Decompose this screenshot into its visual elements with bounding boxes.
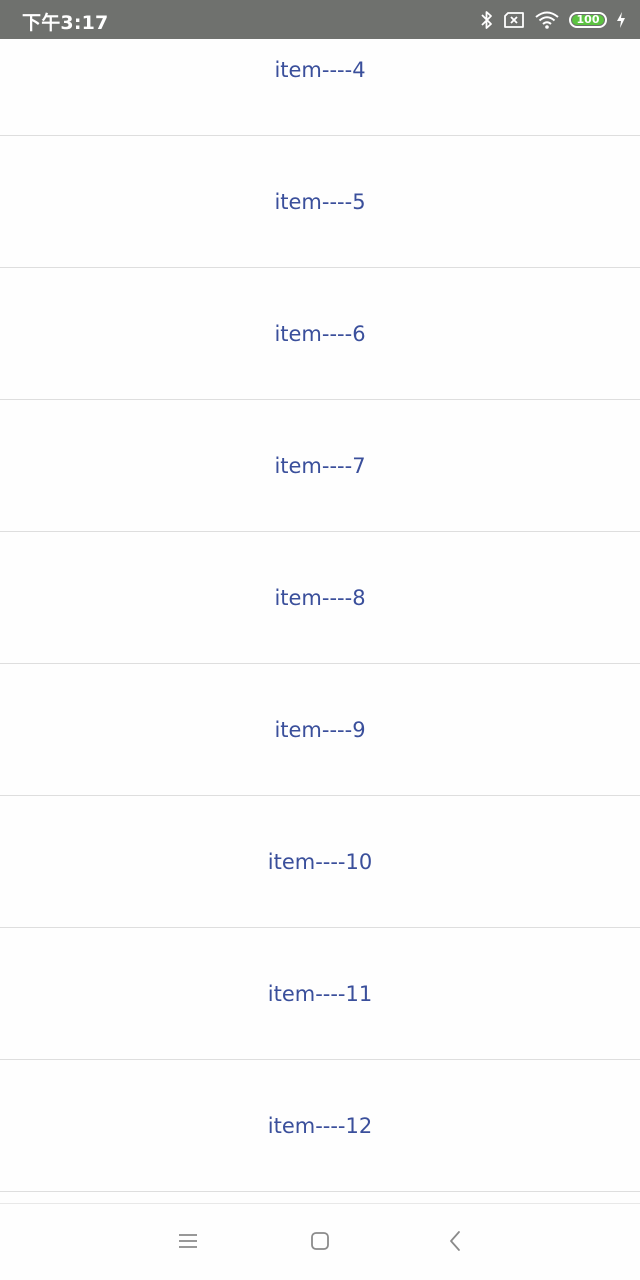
list-item-label: item----11 [267, 981, 373, 1006]
battery-icon: 100 [569, 12, 607, 28]
status-bar: 下午3:17 100 [0, 0, 640, 39]
back-button[interactable] [440, 1228, 470, 1258]
list-item[interactable]: item----4 [0, 39, 640, 136]
status-time: 下午3:17 [22, 12, 109, 34]
list-item[interactable]: item----9 [0, 664, 640, 796]
charging-icon [616, 11, 626, 29]
wifi-icon [534, 10, 560, 30]
status-icons: 100 [480, 8, 626, 32]
list-item[interactable]: item----11 [0, 928, 640, 1060]
back-icon [447, 1229, 463, 1258]
list-item[interactable]: item----7 [0, 400, 640, 532]
home-icon [309, 1230, 331, 1257]
list-item[interactable]: item----10 [0, 796, 640, 928]
list-item-label: item----7 [274, 453, 366, 478]
item-list-content: item----4 item----5 item----6 item----7 … [0, 39, 640, 1192]
list-item[interactable]: item----5 [0, 136, 640, 268]
list-item-label: item----10 [267, 849, 373, 874]
list-item-label: item----4 [274, 57, 366, 82]
bluetooth-icon [480, 10, 494, 30]
list-item-label: item----12 [267, 1113, 373, 1138]
list-item-label: item----5 [274, 189, 366, 214]
menu-button[interactable] [173, 1228, 203, 1258]
list-item[interactable]: item----8 [0, 532, 640, 664]
navigation-bar [0, 1203, 640, 1280]
item-list[interactable]: item----4 item----5 item----6 item----7 … [0, 39, 640, 1203]
menu-icon [177, 1232, 199, 1255]
no-sim-icon [503, 11, 525, 29]
list-item[interactable]: item----12 [0, 1060, 640, 1192]
list-item-label: item----8 [274, 585, 366, 610]
list-item-label: item----9 [274, 717, 366, 742]
home-button[interactable] [305, 1228, 335, 1258]
list-item[interactable]: item----6 [0, 268, 640, 400]
list-item-label: item----6 [274, 321, 366, 346]
battery-level: 100 [576, 13, 600, 26]
